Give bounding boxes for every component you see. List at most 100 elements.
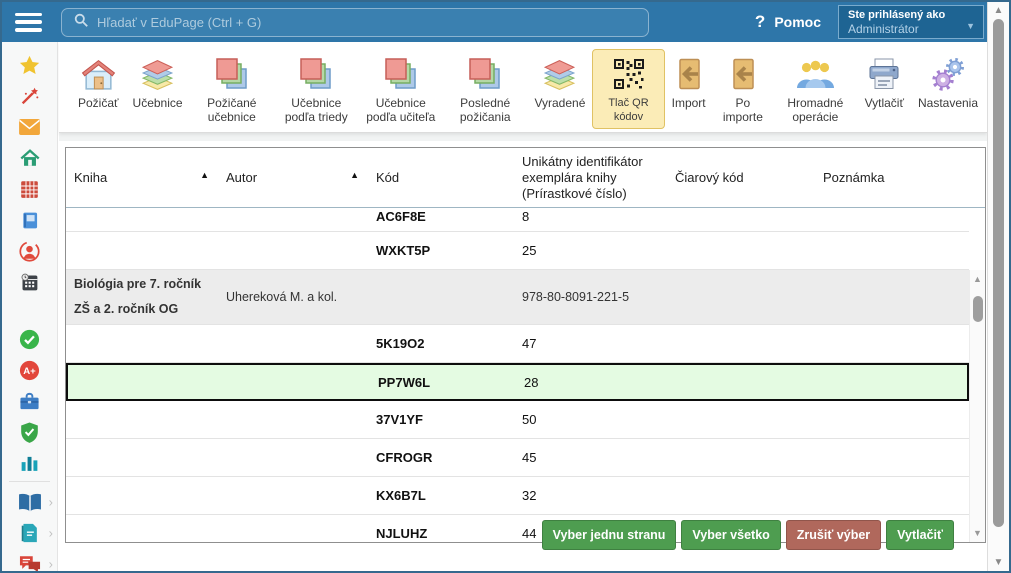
table-row[interactable]: WXKT5P25 <box>66 232 969 270</box>
toolbar-divider <box>59 133 987 141</box>
sidebar-item-grades[interactable]: A+ <box>2 356 57 384</box>
cell-kod: AC6F8E <box>368 209 514 224</box>
sidebar-item-favorites[interactable] <box>2 51 57 79</box>
home-icon <box>19 147 41 169</box>
search-placeholder: Hľadať v EduPage (Ctrl + G) <box>97 15 261 30</box>
toolbar-item-ucebnice[interactable]: Učebnice <box>126 49 190 115</box>
sidebar-item-agenda[interactable] <box>2 387 57 415</box>
toolbar-item-pozicane-ucebnice[interactable]: Požičané učebnice <box>190 49 274 129</box>
edupage-window: Hľadať v EduPage (Ctrl + G) ? Pomoc Ste … <box>0 0 1011 573</box>
table-row[interactable]: 37V1YF50 <box>66 401 969 439</box>
toolbar-item-po-importe[interactable]: Po importe <box>713 49 773 129</box>
page-scroll-down-icon[interactable]: ▼ <box>988 557 1009 568</box>
sidebar-item-admin[interactable] <box>2 418 57 446</box>
gears-icon <box>930 54 967 94</box>
cell-kniha: Biológia pre 7. ročník ZŠ a 2. ročník OG <box>66 272 218 322</box>
toolbar-item-nastavenia[interactable]: Nastavenia <box>911 49 985 115</box>
column-header-5[interactable]: Poznámka <box>815 148 985 207</box>
star-icon <box>18 54 41 77</box>
cell-identifikator: 28 <box>516 375 669 390</box>
toolbar-item-label: Vyradené <box>534 96 585 110</box>
column-header-3[interactable]: Unikátny identifikátor exemplára knihy (… <box>514 148 667 207</box>
scroll-down-icon[interactable]: ▼ <box>970 528 985 538</box>
person-icon <box>18 240 41 263</box>
toolbar-item-label: Posledné požičania <box>450 96 520 124</box>
scroll-up-icon[interactable]: ▲ <box>970 274 985 284</box>
toolbar-item-label: Požičať <box>78 96 119 110</box>
column-header-2[interactable]: Kód <box>368 148 514 207</box>
selection-actions: Vyber jednu stranuVyber všetkoZrušiť výb… <box>542 520 954 550</box>
schedule-grid-icon <box>19 179 40 200</box>
sidebar-item-persons[interactable] <box>2 237 57 265</box>
toolbar-item-label: Tlač QR kódov <box>599 96 657 124</box>
toolbar-item-tlac-qr-kodov[interactable]: Tlač QR kódov <box>592 49 664 129</box>
cell-kod: 37V1YF <box>368 412 514 427</box>
sidebar-item-messages[interactable] <box>2 113 57 141</box>
search-input[interactable]: Hľadať v EduPage (Ctrl + G) <box>61 8 649 37</box>
sidebar-item-classbook[interactable] <box>2 206 57 234</box>
table-scrollbar-thumb[interactable] <box>973 296 983 322</box>
toolbar-item-label: Učebnice podľa učiteľa <box>366 96 436 124</box>
toolbar-item-posledne-pozicania[interactable]: Posledné požičania <box>443 49 527 129</box>
toolbar-item-hromadne-operacie[interactable]: Hromadné operácie <box>773 49 857 129</box>
sidebar-item-documents[interactable]: › <box>2 519 57 547</box>
topbar-right: ? Pomoc Ste prihlásený ako Administrátor… <box>755 5 984 39</box>
document-icon <box>20 522 39 544</box>
user-name: Administrátor <box>848 22 974 36</box>
column-header-label: Unikátny identifikátor exemplára knihy (… <box>522 154 667 202</box>
table-scrollbar[interactable]: ▲ ▼ <box>969 270 985 542</box>
printer-icon <box>866 54 902 94</box>
toolbar-item-ucebnice-podla-ucitela[interactable]: Učebnice podľa učiteľa <box>359 49 443 129</box>
vytlacit-btn-button[interactable]: Vytlačiť <box>886 520 954 550</box>
toolbar-item-vytlacit[interactable]: Vytlačiť <box>858 49 911 115</box>
vyber-vsetko-button[interactable]: Vyber všetko <box>681 520 780 550</box>
sidebar-item-library[interactable]: › <box>2 488 57 516</box>
toolbar-item-label: Učebnice <box>133 96 183 110</box>
toolbar-item-label: Nastavenia <box>918 96 978 110</box>
cell-identifikator: 978-80-8091-221-5 <box>514 290 667 304</box>
column-header-4[interactable]: Čiarový kód <box>667 148 815 207</box>
toolbar-item-label: Po importe <box>720 96 766 124</box>
mail-icon <box>18 118 41 136</box>
user-menu[interactable]: Ste prihlásený ako Administrátor ▼ <box>838 5 984 39</box>
sidebar-item-timetable[interactable] <box>2 175 57 203</box>
column-header-0[interactable]: Kniha▲ <box>66 148 218 207</box>
table-row[interactable]: PP7W6L28 <box>66 363 969 401</box>
cell-autor: Uhereková M. a kol. <box>218 290 368 304</box>
toolbar-item-pozicat[interactable]: Požičať <box>71 49 126 115</box>
page-scrollbar[interactable]: ▲ ▼ <box>987 2 1009 571</box>
table-row[interactable]: CFROGR45 <box>66 439 969 477</box>
cell-identifikator: 32 <box>514 488 667 503</box>
sidebar-item-communication[interactable]: › <box>2 550 57 571</box>
library-toolbar: PožičaťUčebnicePožičané učebniceUčebnice… <box>59 42 987 133</box>
cell-kod: PP7W6L <box>370 375 516 390</box>
calendar-clock-icon <box>19 272 40 293</box>
table-row[interactable]: AC6F8E8 <box>66 209 969 232</box>
sidebar-item-wizard[interactable] <box>2 82 57 110</box>
sort-asc-icon: ▲ <box>200 167 209 183</box>
search-icon <box>74 13 88 32</box>
vyber-jednu-stranu-button[interactable]: Vyber jednu stranu <box>542 520 677 550</box>
toolbar-item-ucebnice-podla-triedy[interactable]: Učebnice podľa triedy <box>274 49 358 129</box>
sidebar-item-attendance[interactable] <box>2 325 57 353</box>
zrusit-vyber-button[interactable]: Zrušiť výber <box>786 520 881 550</box>
sidebar-item-results[interactable] <box>2 449 57 477</box>
menu-icon[interactable] <box>15 13 42 32</box>
people-group-icon <box>795 54 836 94</box>
help-button[interactable]: ? Pomoc <box>755 12 821 32</box>
page-scrollbar-thumb[interactable] <box>993 19 1004 527</box>
bar-chart-icon <box>19 453 40 473</box>
toolbar-item-label: Import <box>672 96 706 110</box>
table-row[interactable]: 5K19O247 <box>66 325 969 363</box>
house-icon <box>80 54 117 94</box>
books-stack-icon <box>467 54 503 94</box>
toolbar-item-vyradene[interactable]: Vyradené <box>527 49 592 115</box>
page-scroll-up-icon[interactable]: ▲ <box>988 5 1009 16</box>
table-group-row[interactable]: Biológia pre 7. ročník ZŠ a 2. ročník OG… <box>66 270 969 325</box>
table-row[interactable]: KX6B7L32 <box>66 477 969 515</box>
sidebar-item-home[interactable] <box>2 144 57 172</box>
column-header-1[interactable]: Autor▲ <box>218 148 368 207</box>
toolbar-item-import[interactable]: Import <box>665 49 713 115</box>
toolbar-item-label: Učebnice podľa triedy <box>281 96 351 124</box>
sidebar-item-calendar[interactable] <box>2 268 57 296</box>
